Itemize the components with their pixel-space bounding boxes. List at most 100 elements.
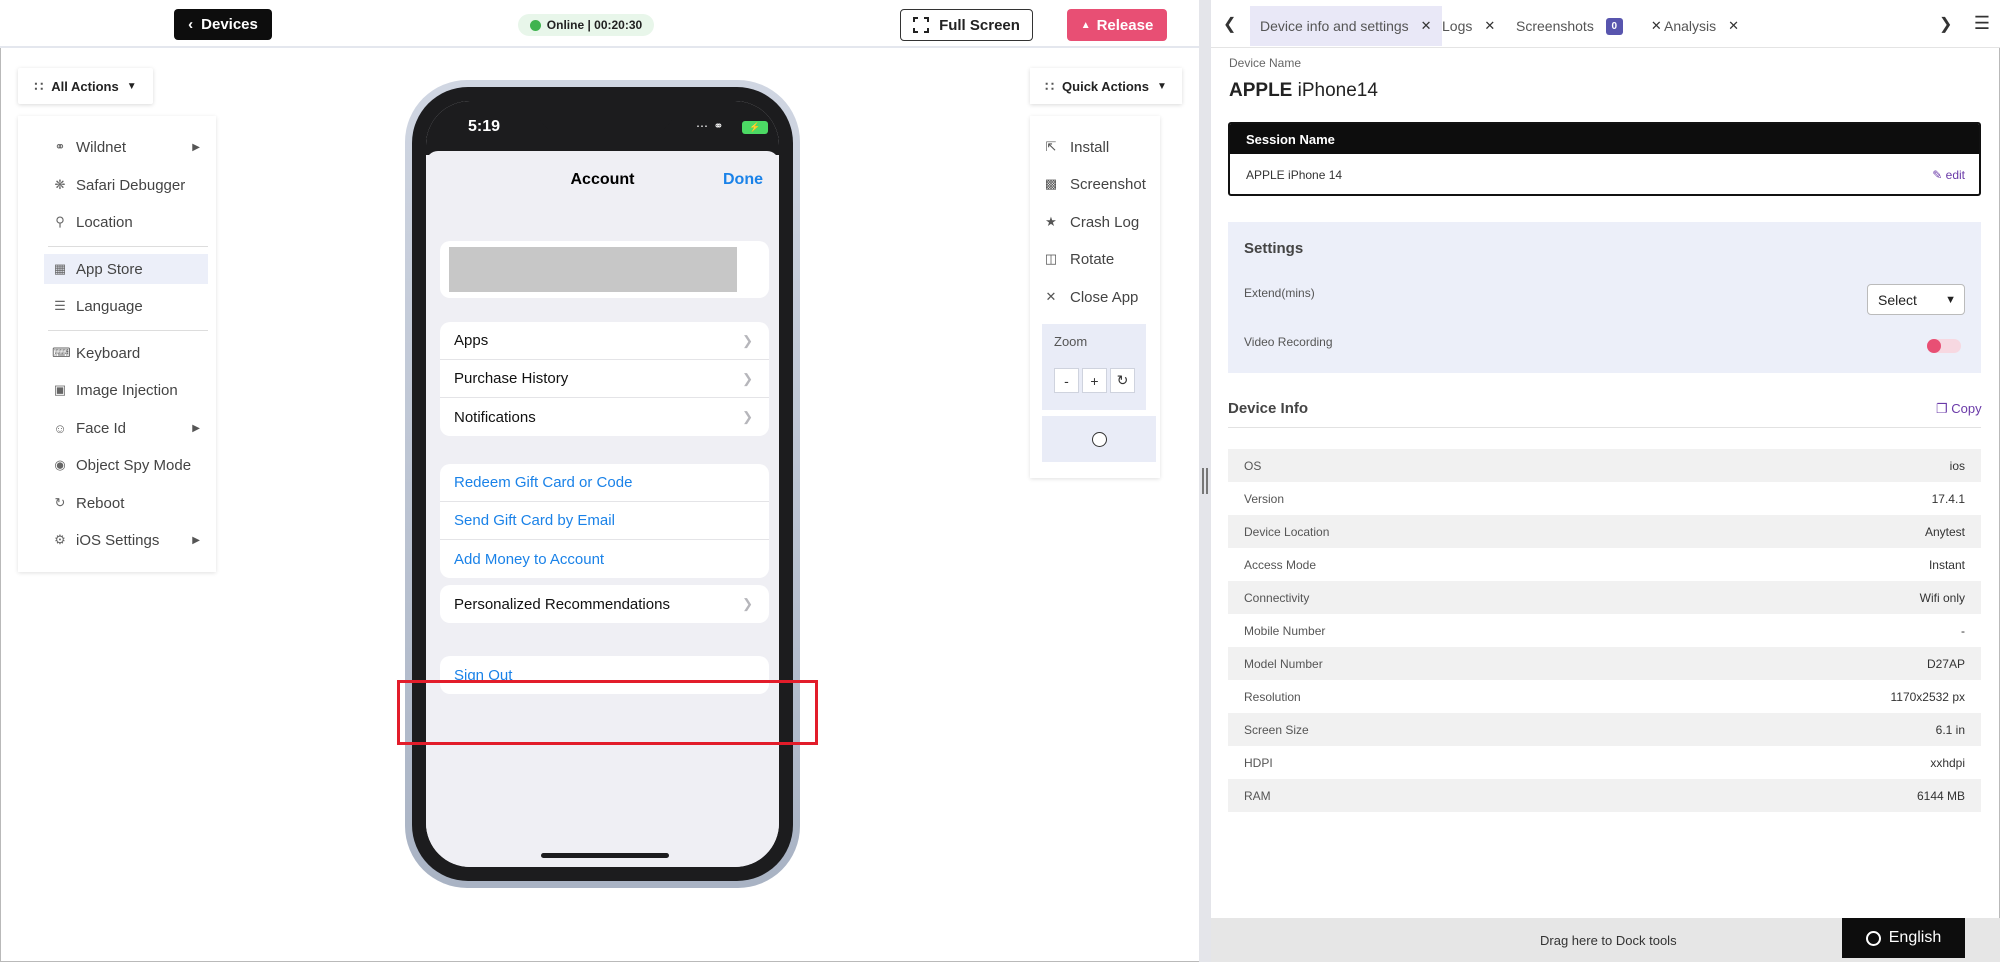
action-language[interactable]: ☰ Language [44,291,208,321]
row-apps[interactable]: Apps ❯ [440,322,769,360]
tab-scroll-right-icon[interactable]: ❯ [1939,14,1952,34]
language-button[interactable]: English [1842,918,1965,958]
caret-down-icon: ▼ [126,80,137,92]
close-icon[interactable]: ✕ [1728,18,1739,34]
quick-crash-log[interactable]: ★ Crash Log [1044,207,1139,237]
info-value: - [1961,623,1965,638]
bug-icon: ❋ [54,177,66,192]
info-key: Mobile Number [1244,623,1326,638]
table-row: Access Mode Instant [1228,548,1981,581]
all-actions-button[interactable]: ∷ All Actions ▼ [18,68,153,104]
done-button[interactable]: Done [723,171,763,189]
close-icon[interactable]: ✕ [1484,18,1495,34]
eject-icon: ▲ [1080,19,1091,31]
action-label: Safari Debugger [76,176,186,194]
session-name-header: Session Name [1230,124,1979,154]
device-bezel: 5:19 ⋯ ⚭ ⚡ Account Done Apps ❯ Purchase H… [412,87,793,881]
action-label: iOS Settings [76,531,160,549]
devices-back-button[interactable]: ‹ Devices [174,9,272,40]
edit-session-button[interactable]: ✎ edit [1932,168,1965,182]
info-key: HDPI [1244,755,1273,770]
quick-actions-panel: ⇱ Install ▩ Screenshot ★ Crash Log ◫ Rot… [1030,116,1160,478]
row-send-gift-card[interactable]: Send Gift Card by Email [440,502,769,540]
menu-icon[interactable]: ☰ [1974,13,1990,34]
device-name: APPLE iPhone14 [1229,80,1378,102]
tab-analysis[interactable]: Analysis ✕ [1654,6,1749,46]
row-notifications[interactable]: Notifications ❯ [440,398,769,436]
copy-device-info-button[interactable]: ❐ Copy [1936,401,1982,417]
home-indicator[interactable] [541,853,669,858]
action-location[interactable]: ⚲ Location [44,207,208,237]
action-reboot[interactable]: ↻ Reboot [44,488,208,518]
table-row: Mobile Number - [1228,614,1981,647]
row-label: Add Money to Account [454,550,605,568]
video-recording-toggle[interactable] [1927,339,1961,353]
info-key: Connectivity [1244,590,1310,605]
quick-rotate[interactable]: ◫ Rotate [1044,244,1114,274]
fullscreen-icon [913,17,930,33]
quick-label: Close App [1070,288,1139,306]
zoom-reset-button[interactable]: ↻ [1110,368,1135,393]
all-actions-label: All Actions [51,78,119,94]
info-value: ios [1949,458,1965,473]
info-value: xxhdpi [1930,755,1965,770]
submenu-arrow-icon: ▶ [192,534,200,546]
extend-select-value: Select [1878,291,1917,308]
home-circle-icon [1091,431,1107,447]
tab-screenshots[interactable]: Screenshots 0 ✕ [1506,6,1672,46]
action-wildnet[interactable]: ⚭ Wildnet ▶ [44,132,208,162]
wifi-icon: ⚭ [54,139,66,154]
submenu-arrow-icon: ▶ [192,141,200,153]
action-ios-settings[interactable]: ⚙ iOS Settings ▶ [44,525,208,555]
row-label: Send Gift Card by Email [454,512,615,529]
toggle-knob [1927,339,1941,353]
action-safari-debugger[interactable]: ❋ Safari Debugger [44,170,208,200]
action-label: Object Spy Mode [76,456,192,474]
close-icon[interactable]: ✕ [1421,18,1432,34]
extend-label: Extend(mins) [1244,286,1315,300]
dock-hint-text: Drag here to Dock tools [1540,933,1677,948]
row-label: Redeem Gift Card or Code [454,474,633,491]
row-redeem-gift-card[interactable]: Redeem Gift Card or Code [440,464,769,502]
tab-label: Device info and settings [1260,18,1409,34]
gear-icon: ⚙ [54,532,66,547]
action-image-injection[interactable]: ▣ Image Injection [44,375,208,405]
quick-close-app[interactable]: ✕ Close App [1044,282,1139,312]
action-app-store[interactable]: ▦ App Store [44,254,208,284]
settings-section: Settings Extend(mins) Select ▼ Video Rec… [1228,222,1981,373]
phone-notch [539,101,673,131]
action-keyboard[interactable]: ⌨ Keyboard [44,338,208,368]
tab-device-info[interactable]: Device info and settings ✕ [1250,6,1442,46]
edit-icon: ✎ [1932,168,1943,182]
row-add-money[interactable]: Add Money to Account [440,540,769,578]
table-row: HDPI xxhdpi [1228,746,1981,779]
home-button-control[interactable] [1042,416,1156,462]
action-face-id[interactable]: ☺ Face Id ▶ [44,413,208,443]
quick-actions-button[interactable]: ∷ Quick Actions ▼ [1030,68,1182,104]
row-label: Notifications [454,408,536,426]
row-personalized-recommendations[interactable]: Personalized Recommendations ❯ [440,585,769,623]
tab-scroll-left-icon[interactable]: ❮ [1223,14,1236,34]
zoom-out-button[interactable]: - [1054,368,1079,393]
zoom-in-button[interactable]: + [1082,368,1107,393]
release-button[interactable]: ▲ Release [1067,9,1167,41]
table-row: Screen Size 6.1 in [1228,713,1981,746]
row-purchase-history[interactable]: Purchase History ❯ [440,360,769,398]
info-key: Access Mode [1244,557,1317,572]
resize-grip-icon[interactable] [1202,468,1208,494]
account-profile-card[interactable] [440,241,769,298]
sign-out-highlight-box [397,680,818,745]
edit-label: edit [1945,168,1965,182]
session-name-value: APPLE iPhone 14 [1246,168,1343,182]
tab-logs[interactable]: Logs ✕ [1432,6,1505,46]
action-object-spy-mode[interactable]: ◉ Object Spy Mode [44,450,208,480]
table-row: RAM 6144 MB [1228,779,1981,812]
quick-screenshot[interactable]: ▩ Screenshot [1044,169,1146,199]
quick-install[interactable]: ⇱ Install [1044,132,1110,162]
extend-select[interactable]: Select ▼ [1867,284,1965,315]
full-screen-button[interactable]: Full Screen [900,9,1033,41]
chevron-right-icon: ❯ [742,370,753,386]
action-label: Language [76,297,143,315]
device-screen[interactable]: 5:19 ⋯ ⚭ ⚡ Account Done Apps ❯ Purchase H… [426,101,779,867]
wifi-signal-icon: ⋯ ⚭ [696,119,725,133]
